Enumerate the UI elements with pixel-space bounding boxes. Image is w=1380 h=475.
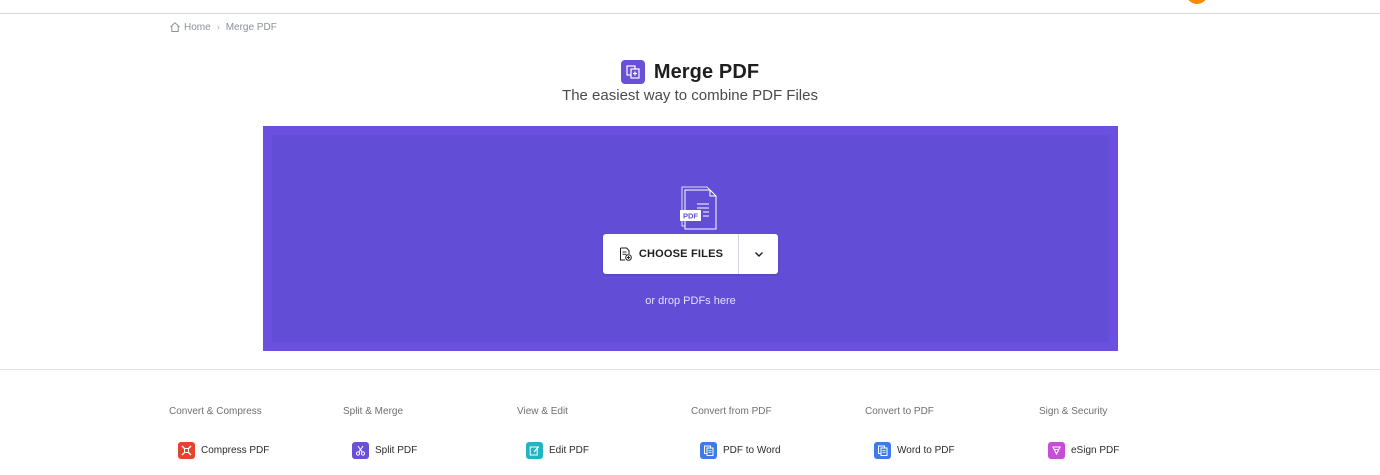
category-title-sign-security: Sign & Security — [1039, 406, 1108, 417]
category-title-convert-to-pdf: Convert to PDF — [865, 406, 934, 417]
file-dropzone-inner[interactable]: PDF CHOOSE FILES or drop PDFs here — [272, 135, 1109, 342]
breadcrumb-separator: › — [216, 22, 220, 32]
breadcrumb: Home › Merge PDF — [169, 21, 277, 33]
choose-files-button[interactable]: CHOOSE FILES — [603, 234, 739, 274]
category-title-convert-from-pdf: Convert from PDF — [691, 406, 772, 417]
category-title-convert-compress: Convert & Compress — [169, 406, 262, 417]
page-title-row: Merge PDF — [0, 60, 1380, 84]
tool-label: PDF to Word — [723, 445, 781, 456]
tool-label: eSign PDF — [1071, 445, 1120, 456]
tool-label: Compress PDF — [201, 445, 270, 456]
choose-source-dropdown[interactable] — [739, 234, 778, 274]
tool-link-pdf-to-word[interactable]: PDF to Word — [700, 442, 781, 459]
tool-link-compress-pdf[interactable]: Compress PDF — [178, 442, 269, 459]
breadcrumb-current: Merge PDF — [225, 21, 277, 33]
add-file-icon — [619, 247, 632, 261]
category-title-view-edit: View & Edit — [517, 406, 568, 417]
home-icon — [170, 22, 180, 32]
category-title-split-merge: Split & Merge — [343, 406, 404, 417]
file-dropzone[interactable]: PDF CHOOSE FILES or drop PDFs here — [263, 126, 1118, 351]
footer-divider — [0, 369, 1380, 370]
tool-link-word-to-pdf[interactable]: Word to PDF — [874, 442, 955, 459]
header-divider — [0, 13, 1380, 14]
merge-pdf-icon — [620, 60, 645, 84]
compress-icon — [178, 442, 195, 459]
breadcrumb-home-link[interactable]: Home — [184, 22, 211, 33]
page-subtitle: The easiest way to combine PDF Files — [562, 87, 818, 104]
tool-label: Edit PDF — [549, 445, 590, 456]
chevron-down-icon — [754, 252, 763, 257]
choose-files-group: CHOOSE FILES — [603, 234, 778, 274]
edit-icon — [526, 442, 543, 459]
tool-link-split-pdf[interactable]: Split PDF — [352, 442, 417, 459]
pdf-documents-icon: PDF — [680, 186, 717, 230]
tool-label: Word to PDF — [897, 445, 955, 456]
pdf-badge-text: PDF — [683, 212, 698, 221]
word-doc-icon — [700, 442, 717, 459]
page-title: Merge PDF — [653, 60, 760, 83]
choose-files-label: CHOOSE FILES — [638, 248, 724, 260]
avatar[interactable] — [1186, 0, 1208, 4]
tool-label: Split PDF — [375, 445, 418, 456]
drop-hint: or drop PDFs here — [645, 295, 736, 307]
split-icon — [352, 442, 369, 459]
tool-link-esign-pdf[interactable]: eSign PDF — [1048, 442, 1119, 459]
tool-link-edit-pdf[interactable]: Edit PDF — [526, 442, 589, 459]
word-doc-icon — [874, 442, 891, 459]
esign-icon — [1048, 442, 1065, 459]
